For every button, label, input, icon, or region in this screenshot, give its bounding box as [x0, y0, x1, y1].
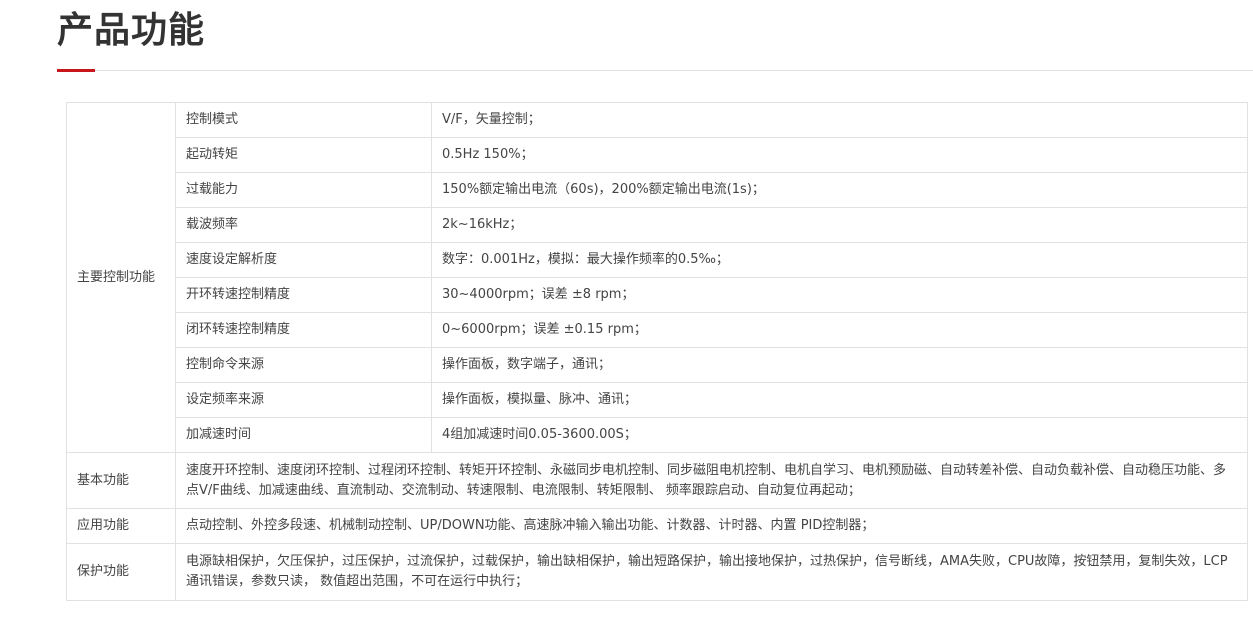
table-row: 保护功能 电源缺相保护，欠压保护，过压保护，过流保护，过载保护，输出缺相保护，输…: [66, 543, 1248, 601]
spec-label: 控制命令来源: [175, 347, 432, 383]
page: 产品功能 主要控制功能 控制模式 V/F，矢量控制； 起动转矩 0.5Hz 15…: [0, 0, 1253, 629]
spec-value: 操作面板，模拟量、脉冲、通讯；: [431, 382, 1248, 418]
table-row: 闭环转速控制精度 0~6000rpm；误差 ±0.15 rpm；: [67, 312, 1248, 348]
spec-label: 起动转矩: [175, 137, 432, 173]
spec-value: 2k~16kHz；: [431, 207, 1248, 243]
spec-value: 4组加减速时间0.05-3600.00S；: [431, 417, 1248, 453]
spec-label: 开环转速控制精度: [175, 277, 432, 313]
table-row: 开环转速控制精度 30~4000rpm；误差 ±8 rpm；: [67, 277, 1248, 313]
spec-label: 速度设定解析度: [175, 242, 432, 278]
category-cell-basic: 基本功能: [66, 452, 176, 509]
category-cell-protection: 保护功能: [66, 543, 176, 601]
spec-label: 加减速时间: [175, 417, 432, 453]
table-row: 过载能力 150%额定输出电流（60s)，200%额定输出电流(1s)；: [67, 172, 1248, 208]
spec-label: 过载能力: [175, 172, 432, 208]
spec-label: 闭环转速控制精度: [175, 312, 432, 348]
table-row: 主要控制功能 控制模式 V/F，矢量控制；: [66, 102, 1248, 453]
table-row: 控制命令来源 操作面板，数字端子，通讯；: [67, 347, 1248, 383]
spec-value-basic: 速度开环控制、速度闭环控制、过程闭环控制、转矩开环控制、永磁同步电机控制、同步磁…: [175, 452, 1248, 509]
spec-label: 控制模式: [175, 102, 432, 138]
table-row: 起动转矩 0.5Hz 150%；: [67, 137, 1248, 173]
spec-value: V/F，矢量控制；: [431, 102, 1248, 138]
spec-value: 操作面板，数字端子，通讯；: [431, 347, 1248, 383]
spec-value: 0~6000rpm；误差 ±0.15 rpm；: [431, 312, 1248, 348]
table-row: 设定频率来源 操作面板，模拟量、脉冲、通讯；: [67, 382, 1248, 418]
category-cell-application: 应用功能: [66, 508, 176, 544]
table-row: 速度设定解析度 数字：0.001Hz，模拟：最大操作频率的0.5‰；: [67, 242, 1248, 278]
spec-table: 主要控制功能 控制模式 V/F，矢量控制； 起动转矩 0.5Hz 150%； 过…: [66, 102, 1248, 601]
table-row: 加减速时间 4组加减速时间0.05-3600.00S；: [67, 417, 1248, 453]
spec-value-application: 点动控制、外控多段速、机械制动控制、UP/DOWN功能、高速脉冲输入输出功能、计…: [175, 508, 1248, 544]
title-accent-bar: [57, 69, 95, 72]
spec-value: 150%额定输出电流（60s)，200%额定输出电流(1s)；: [431, 172, 1248, 208]
table-row: 应用功能 点动控制、外控多段速、机械制动控制、UP/DOWN功能、高速脉冲输入输…: [66, 508, 1248, 544]
spec-label: 载波频率: [175, 207, 432, 243]
spec-label: 设定频率来源: [175, 382, 432, 418]
table-row: 基本功能 速度开环控制、速度闭环控制、过程闭环控制、转矩开环控制、永磁同步电机控…: [66, 452, 1248, 509]
spec-value: 0.5Hz 150%；: [431, 137, 1248, 173]
spec-value: 数字：0.001Hz，模拟：最大操作频率的0.5‰；: [431, 242, 1248, 278]
spec-value: 30~4000rpm；误差 ±8 rpm；: [431, 277, 1248, 313]
page-title: 产品功能: [57, 10, 206, 51]
spec-value-protection: 电源缺相保护，欠压保护，过压保护，过流保护，过载保护，输出缺相保护，输出短路保护…: [175, 543, 1248, 601]
title-divider: [57, 70, 1253, 71]
table-row: 载波频率 2k~16kHz；: [67, 207, 1248, 243]
category-cell-main-control: 主要控制功能: [66, 102, 176, 453]
